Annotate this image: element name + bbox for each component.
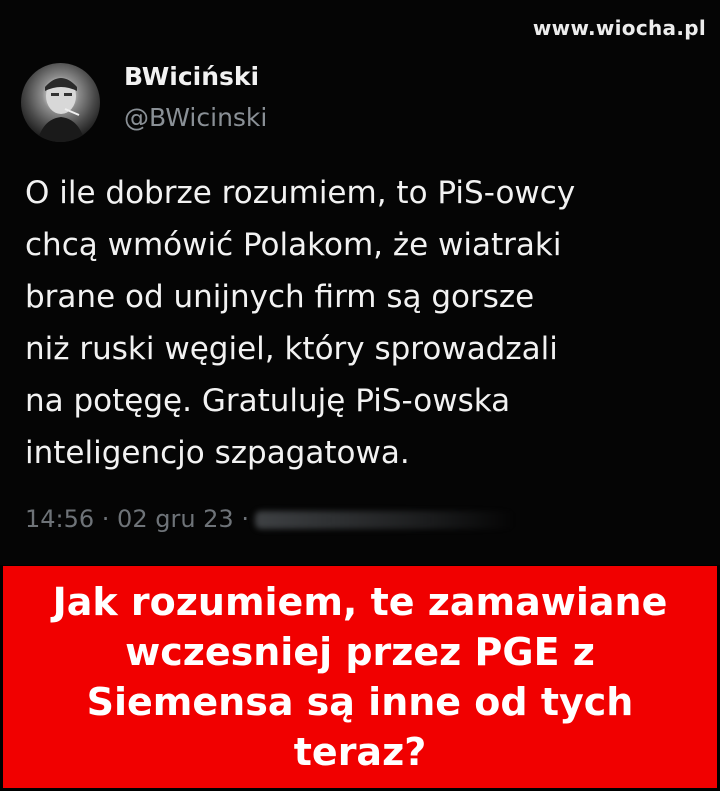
tweet-card: www.wiocha.pl BWiciński @BWicinski O ile… [0,0,720,565]
caption-text: Jak rozumiem, te zamawiane wczesniej prz… [52,580,668,774]
avatar-portrait-icon [37,78,85,142]
tweet-text: O ile dobrze rozumiem, to PiS-owcy chcą … [25,175,576,471]
tweet-meta: 14:56 · 02 gru 23 · [25,505,515,533]
display-name[interactable]: BWiciński [124,62,259,91]
blurred-views-count [254,511,515,529]
caption-banner: Jak rozumiem, te zamawiane wczesniej prz… [3,566,717,788]
site-watermark: www.wiocha.pl [532,16,706,40]
avatar[interactable] [21,63,100,142]
tweet-timestamp[interactable]: 14:56 · 02 gru 23 · [25,505,249,533]
user-handle[interactable]: @BWicinski [124,103,267,132]
